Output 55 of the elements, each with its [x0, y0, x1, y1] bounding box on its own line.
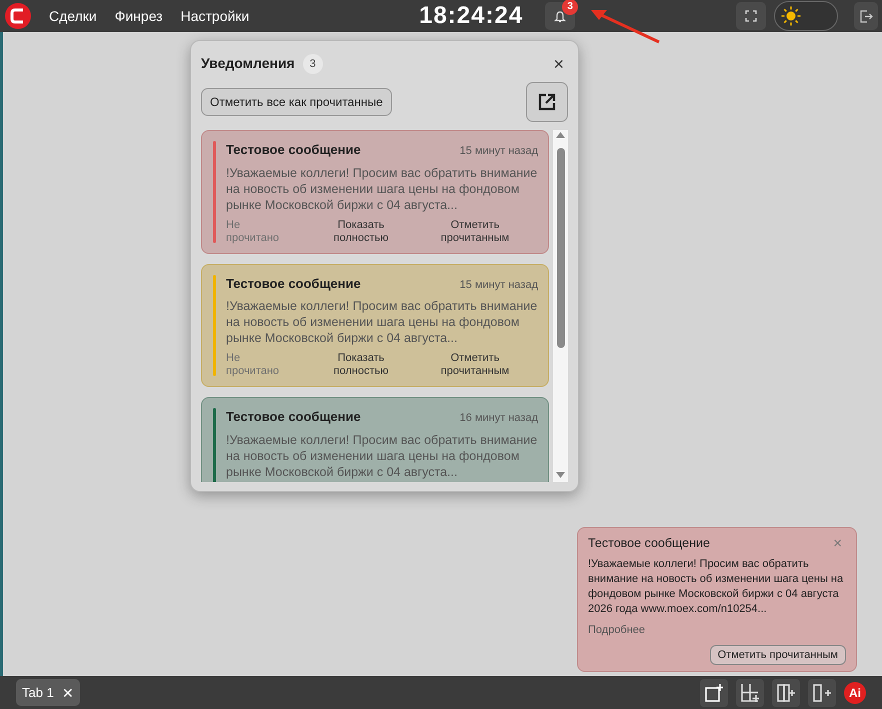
theme-toggle[interactable]	[774, 1, 838, 31]
notification-text: !Уважаемые коллеги! Просим вас обратить внимание на новость об изменении шага цены на фондовом рынке Московской биржи с 04 августа...	[226, 432, 538, 480]
toast-title: Тестовое сообщение	[588, 534, 710, 552]
show-full-link[interactable]: Показать полностью	[316, 218, 406, 244]
add-window-icon	[705, 684, 723, 702]
toast-text: !Уважаемые коллеги! Просим вас обратить внимание на новость об изменении шага цены на фондовом рынке Московской биржи с 04 августа 2026 года www.moex.com/n10254...	[588, 556, 844, 616]
notification-title: Тестовое сообщение	[226, 141, 361, 159]
sun-icon	[781, 6, 801, 26]
close-button[interactable]: ×	[549, 54, 568, 72]
logout-icon	[860, 10, 872, 22]
mark-all-read-button[interactable]: Отметить все как прочитанные	[201, 88, 392, 116]
nav-link[interactable]: Сделки	[40, 6, 106, 26]
mark-read-link[interactable]: Отметить прочитанным	[430, 352, 520, 378]
notification-count: 3	[302, 54, 323, 74]
logout-button[interactable]	[854, 2, 878, 30]
clock: 18:24:24	[419, 1, 524, 31]
notification-time: 15 минут назад	[460, 144, 538, 159]
open-external-button[interactable]	[526, 82, 568, 122]
panel-button[interactable]	[700, 678, 728, 706]
nav-link[interactable]: Финрез	[106, 6, 172, 26]
mark-read-link[interactable]: Отметить прочитанным	[430, 218, 520, 244]
add-columns-icon	[777, 684, 795, 702]
bell-icon	[554, 10, 566, 22]
notification-title: Тестовое сообщение	[226, 408, 361, 426]
scroll-up-icon	[553, 130, 568, 140]
tab[interactable]: Tab 1 ✕	[16, 678, 80, 706]
fullscreen-button[interactable]	[736, 2, 766, 30]
notification-text: !Уважаемые коллеги! Просим вас обратить внимание на новость об изменении шага цены на фондовом рынке Московской биржи с 04 августа...	[226, 164, 538, 212]
panel-button[interactable]	[808, 678, 836, 706]
scroll-down-icon	[553, 470, 568, 480]
logo-icon[interactable]	[4, 2, 32, 30]
notification-text: !Уважаемые коллеги! Просим вас обратить внимание на новость об изменении шага цены на фондовом рынке Московской биржи с 04 августа...	[226, 298, 538, 346]
notification-badge: 3	[562, 0, 578, 15]
notification-time: 15 минут назад	[460, 278, 538, 292]
add-column-icon	[813, 684, 831, 702]
notification-time: 16 минут назад	[460, 411, 538, 426]
add-grid-icon	[741, 684, 759, 702]
panel-button[interactable]	[736, 678, 764, 706]
notifications-button[interactable]: 3	[545, 2, 576, 30]
ai-button[interactable]: Ai	[844, 682, 866, 704]
status-label: Не прочитано	[226, 218, 280, 244]
scrollbar[interactable]	[553, 130, 568, 482]
scrollbar-thumb[interactable]	[557, 148, 565, 348]
fullscreen-icon	[745, 10, 757, 22]
panel-button[interactable]	[772, 678, 800, 706]
mark-read-button[interactable]: Отметить прочитанным	[710, 644, 846, 665]
tab-label: Tab 1	[22, 684, 54, 702]
tab-close-button[interactable]: ✕	[62, 686, 74, 700]
notification-title: Тестовое сообщение	[226, 274, 361, 293]
external-link-icon	[537, 92, 557, 112]
nav-link[interactable]: Настройки	[172, 6, 258, 26]
more-link[interactable]: Подробнее	[588, 622, 646, 638]
panel-title: Уведомления	[201, 54, 295, 73]
status-label: Не прочитано	[226, 352, 280, 378]
show-full-link[interactable]: Показать полностью	[316, 352, 406, 378]
